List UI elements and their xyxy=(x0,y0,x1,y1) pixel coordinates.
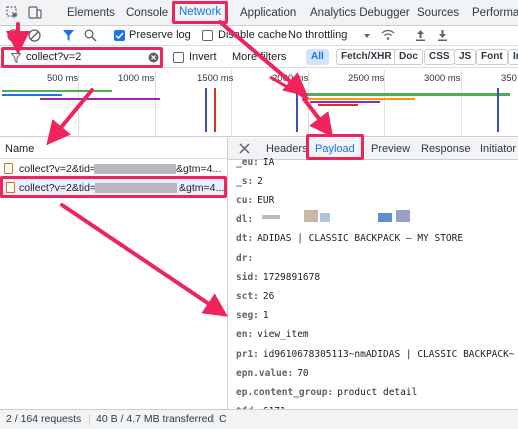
payload-row: dl: xyxy=(236,210,410,229)
tab-analytics-debugger[interactable]: Analytics Debugger xyxy=(310,0,410,26)
tab-application[interactable]: Application xyxy=(240,0,296,26)
throttling-select[interactable]: No throttling xyxy=(288,29,347,41)
disable-cache-checkbox[interactable] xyxy=(202,30,213,41)
request-name-end: &gtm=4... xyxy=(176,163,222,175)
tab-sources[interactable]: Sources xyxy=(417,0,459,26)
tab-response[interactable]: Response xyxy=(421,138,471,160)
tab-performance[interactable]: Performan xyxy=(472,0,518,26)
tab-elements[interactable]: Elements xyxy=(67,0,115,26)
payload-row: sct: 26 xyxy=(236,291,275,302)
name-column-header[interactable]: Name xyxy=(5,143,34,155)
tab-console[interactable]: Console xyxy=(126,0,168,26)
redacted-text xyxy=(95,183,177,193)
chip-css[interactable]: CSS xyxy=(424,49,455,65)
timeline-waterfall xyxy=(0,86,518,134)
payload-row: dr: xyxy=(236,253,254,264)
request-count: 2 / 164 requests xyxy=(6,413,82,425)
payload-row: epn.value: 70 xyxy=(236,368,309,379)
payload-row: _eu: IA xyxy=(236,157,275,168)
request-name-end: &gtm=4... xyxy=(179,182,225,194)
invert-checkbox[interactable] xyxy=(173,52,184,63)
request-name: collect?v=2&tid= xyxy=(19,182,97,194)
clear-filter-icon[interactable] xyxy=(148,52,159,63)
payload-row: sid: 1729891678 xyxy=(236,272,321,283)
timeline-tick: 2500 ms xyxy=(348,73,385,84)
payload-row: ep.content_group: product detail xyxy=(236,387,418,398)
chip-js[interactable]: JS xyxy=(454,49,477,65)
script-file-icon xyxy=(6,182,15,193)
redacted-text xyxy=(320,213,330,222)
disable-cache-label: Disable cache xyxy=(218,29,288,41)
payload-row: pr1: id9610678305113~nmADIDAS | CLASSIC B… xyxy=(236,349,515,360)
timeline-tick: 2000 ms xyxy=(272,73,309,84)
chip-img[interactable]: Ir xyxy=(508,49,518,65)
invert-label: Invert xyxy=(189,51,217,63)
more-filters-dropdown[interactable]: More filters xyxy=(232,51,286,63)
timeline-tick: 1000 ms xyxy=(118,73,155,84)
search-icon[interactable] xyxy=(84,29,97,42)
status-divider xyxy=(89,414,90,425)
redacted-text xyxy=(396,210,410,222)
chip-doc[interactable]: Doc xyxy=(394,49,423,65)
timeline-tick: 1500 ms xyxy=(197,73,234,84)
redacted-text xyxy=(378,213,392,222)
chip-fetch-xhr[interactable]: Fetch/XHR xyxy=(336,49,397,65)
payload-row: _s: 2 xyxy=(236,176,263,187)
redacted-text xyxy=(94,164,176,174)
preserve-log-label: Preserve log xyxy=(129,29,191,41)
chevron-down-icon[interactable] xyxy=(363,31,371,39)
chip-all[interactable]: All xyxy=(306,49,329,65)
download-icon[interactable] xyxy=(436,29,449,42)
script-file-icon xyxy=(4,163,13,174)
status-extra: C xyxy=(219,413,227,425)
table-row-selected[interactable]: collect?v=2&tid= &gtm=4... xyxy=(0,176,227,198)
upload-icon[interactable] xyxy=(414,29,427,42)
wifi-icon[interactable] xyxy=(381,28,395,41)
redacted-text xyxy=(262,215,280,219)
filter-funnel-icon xyxy=(10,53,22,64)
preserve-log-checkbox[interactable] xyxy=(114,30,125,41)
inspect-element-icon[interactable] xyxy=(6,6,19,19)
payload-row: cu: EUR xyxy=(236,195,275,206)
clear-icon[interactable] xyxy=(28,29,41,42)
payload-row: seg: 1 xyxy=(236,310,269,321)
request-name: collect?v=2&tid= xyxy=(19,163,97,175)
tab-network[interactable]: Network xyxy=(172,1,229,24)
transferred-size: 40 B / 4.7 MB transferred xyxy=(96,413,214,425)
tab-preview[interactable]: Preview xyxy=(371,138,410,160)
filter-input-value: collect?v=2 xyxy=(26,51,82,63)
status-divider xyxy=(213,414,214,425)
tab-initiator[interactable]: Initiator xyxy=(480,138,516,160)
filter-input[interactable]: collect?v=2 xyxy=(1,47,163,68)
chip-font[interactable]: Font xyxy=(476,49,508,65)
status-bar: 2 / 164 requests 40 B / 4.7 MB transferr… xyxy=(0,409,518,429)
filter-icon[interactable] xyxy=(62,29,75,42)
payload-row: en: view_item xyxy=(236,329,309,340)
redacted-text xyxy=(304,210,318,222)
timeline-tick: 500 ms xyxy=(47,73,79,84)
device-toolbar-icon[interactable] xyxy=(28,6,42,19)
payload-row: dt: ADIDAS | CLASSIC BACKPACK – MY STORE xyxy=(236,233,464,244)
record-icon[interactable] xyxy=(7,29,20,42)
timeline-tick: 350 xyxy=(501,73,517,84)
timeline-tick: 3000 ms xyxy=(424,73,461,84)
tab-payload[interactable]: Payload xyxy=(306,134,364,160)
